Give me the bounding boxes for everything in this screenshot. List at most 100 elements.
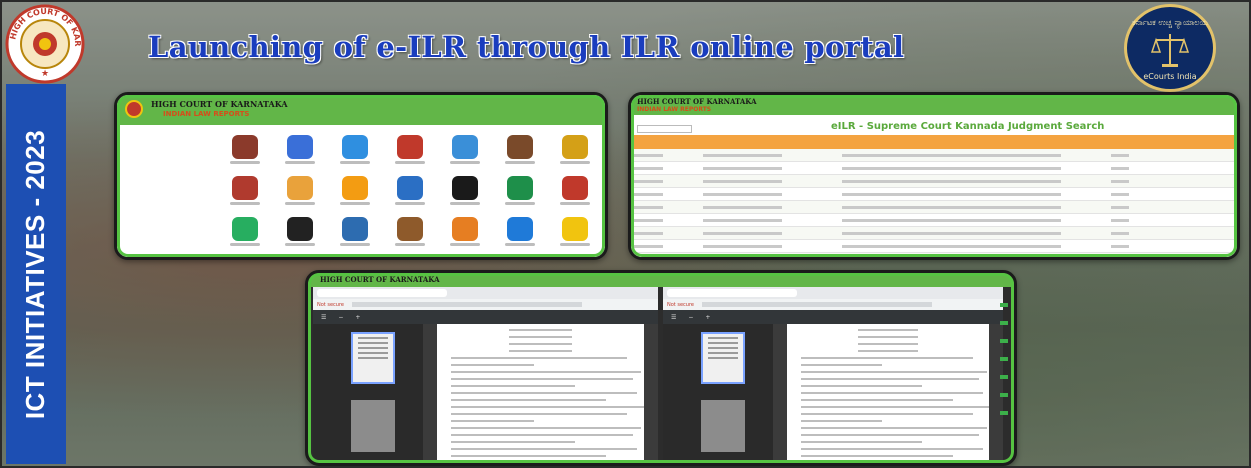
portal-tile[interactable] — [327, 176, 382, 205]
scales-of-justice-icon — [1150, 33, 1190, 67]
portal-tile[interactable] — [382, 135, 437, 164]
table-row[interactable] — [631, 240, 1237, 253]
portal-tile[interactable] — [437, 135, 492, 164]
table-row[interactable] — [631, 201, 1237, 214]
portal-header: HIGH COURT OF KARNATAKA INDIAN LAW REPOR… — [117, 95, 605, 125]
table-row[interactable] — [631, 175, 1237, 188]
english-judgment-browser: Not secure ☰ − + — [313, 287, 658, 463]
portal-tile-icon — [561, 217, 588, 241]
portal-tile-icon — [396, 176, 423, 200]
portal-tile-icon — [506, 176, 533, 200]
portal-tile-icon — [231, 135, 258, 159]
zoom-out-icon[interactable]: − — [338, 314, 343, 321]
portal-tile[interactable] — [272, 135, 327, 164]
table-row[interactable] — [631, 227, 1237, 240]
portal-tile[interactable] — [437, 176, 492, 205]
high-court-seal-icon: HIGH COURT OF KARNATAKA ★ — [5, 4, 85, 84]
browser-tab-bar — [663, 287, 1003, 299]
portal-tile[interactable] — [547, 217, 602, 246]
download-icon[interactable] — [1235, 153, 1237, 157]
table-row[interactable] — [631, 162, 1237, 175]
portal-tile[interactable] — [547, 135, 602, 164]
portal-tile-grid — [217, 135, 602, 260]
page-thumbnail[interactable] — [701, 332, 745, 384]
portal-tile[interactable] — [382, 217, 437, 246]
portal-tile[interactable] — [217, 135, 272, 164]
table-row[interactable] — [631, 149, 1237, 162]
portal-tile-icon — [232, 258, 258, 260]
portal-tile[interactable] — [272, 176, 327, 205]
portal-tile[interactable] — [327, 135, 382, 164]
portal-tile[interactable] — [492, 176, 547, 205]
address-bar[interactable]: Not secure — [663, 299, 1003, 310]
portal-name: INDIAN LAW REPORTS — [163, 110, 250, 118]
table-rows — [631, 149, 1237, 257]
page-thumbnail[interactable] — [351, 400, 395, 452]
portal-tile[interactable] — [492, 217, 547, 246]
pdf-body — [313, 324, 658, 463]
portal-tile[interactable] — [217, 176, 272, 205]
download-icon[interactable] — [1235, 231, 1237, 235]
search-header: HIGH COURT OF KARNATAKA INDIAN LAW REPOR… — [631, 95, 1237, 115]
page-thumbnail[interactable] — [701, 400, 745, 452]
portal-tile-icon — [231, 217, 258, 241]
portal-tile-icon — [451, 176, 478, 200]
portal-tile[interactable] — [327, 217, 382, 246]
portal-tile-icon — [396, 135, 423, 159]
table-row[interactable] — [631, 188, 1237, 201]
thumbnail-pane — [663, 324, 773, 463]
pdf-page — [787, 324, 989, 463]
download-icon[interactable] — [1235, 218, 1237, 222]
table-row[interactable] — [631, 214, 1237, 227]
not-secure-label: Not secure — [667, 301, 694, 308]
portal-tile[interactable] — [217, 217, 272, 246]
zoom-in-icon[interactable]: + — [355, 314, 360, 321]
download-icon[interactable] — [1235, 192, 1237, 196]
download-icon[interactable] — [1235, 205, 1237, 209]
portal-tile-icon — [231, 176, 258, 200]
portal-tile-icon — [561, 135, 588, 159]
menu-icon[interactable]: ☰ — [671, 314, 676, 321]
menu-icon[interactable]: ☰ — [321, 314, 326, 321]
portal-tile[interactable] — [382, 176, 437, 205]
pdf-toolbar: ☰ − + — [313, 310, 658, 324]
download-icon[interactable] — [1235, 179, 1237, 183]
seal-bottom-text: eCourts India — [1143, 71, 1197, 81]
address-bar[interactable]: Not secure — [313, 299, 658, 310]
browser-tab[interactable] — [317, 289, 447, 297]
portal-court-name: HIGH COURT OF KARNATAKA — [151, 99, 288, 109]
thumbnail-pane — [313, 324, 423, 463]
download-icon[interactable] — [1235, 244, 1237, 248]
svg-text:★: ★ — [41, 69, 49, 79]
not-secure-label: Not secure — [317, 301, 344, 308]
page-headline: Launching of e-ILR through ILR online po… — [148, 30, 905, 64]
portal-tile-icon — [506, 217, 533, 241]
portal-tile-icon — [451, 217, 478, 241]
portal-tile-icon — [506, 135, 533, 159]
browser-tab[interactable] — [667, 289, 797, 297]
zoom-in-icon[interactable]: + — [705, 314, 710, 321]
portal-tile-icon — [341, 135, 368, 159]
side-title-band: ICT INITIATIVES - 2023 — [6, 84, 66, 464]
table-row[interactable] — [631, 253, 1237, 257]
browser-tab-bar — [313, 287, 658, 299]
portal-tile[interactable] — [492, 135, 547, 164]
portal-tile[interactable] — [437, 217, 492, 246]
screenshot-portal-home: HIGH COURT OF KARNATAKA INDIAN LAW REPOR… — [114, 92, 608, 260]
portal-tile[interactable] — [272, 217, 327, 246]
portal-tile[interactable] — [547, 176, 602, 205]
search-title: eILR - Supreme Court Kannada Judgment Se… — [831, 121, 1105, 132]
portal-tile-icon — [451, 135, 478, 159]
screenshot-judgment-search: HIGH COURT OF KARNATAKA INDIAN LAW REPOR… — [628, 92, 1240, 260]
portal-tile-icon — [396, 217, 423, 241]
portal-tile[interactable] — [217, 258, 272, 260]
court-logo-icon — [125, 100, 143, 118]
pdf-court-name: HIGH COURT OF KARNATAKA — [320, 275, 440, 284]
pdf-page — [437, 324, 644, 463]
download-icon[interactable] — [1235, 166, 1237, 170]
judgment-table — [631, 135, 1237, 257]
page-thumbnail[interactable] — [351, 332, 395, 384]
search-input[interactable] — [637, 125, 692, 133]
portal-tile-icon — [341, 217, 368, 241]
zoom-out-icon[interactable]: − — [688, 314, 693, 321]
